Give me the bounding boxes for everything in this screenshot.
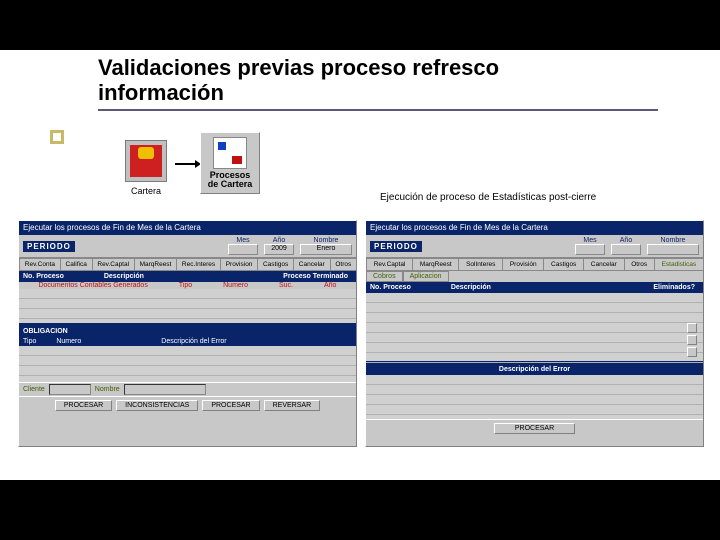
checkbox-col xyxy=(687,323,697,357)
window-left-title: Ejecutar los procesos de Fin de Mes de l… xyxy=(19,221,356,235)
periodo-bar-right: PERIODO Mes Año Nombre xyxy=(366,235,703,258)
err-header-right: Descripción del Error xyxy=(366,364,703,375)
grid-left[interactable] xyxy=(19,289,356,323)
client-bar: Cliente Nombre xyxy=(19,382,356,396)
title-rule xyxy=(98,109,658,111)
subtab[interactable]: Cobros xyxy=(366,271,403,282)
procesar2-button[interactable]: PROCESAR xyxy=(202,400,259,411)
grid-errors-right[interactable] xyxy=(366,375,703,419)
checkbox[interactable] xyxy=(687,323,697,333)
nombre-field[interactable]: Enero xyxy=(300,244,352,255)
periodo-label: PERIODO xyxy=(23,241,75,252)
anio-field[interactable]: 2009 xyxy=(264,244,294,255)
cliente-field[interactable] xyxy=(49,384,91,395)
grid-right[interactable] xyxy=(366,293,703,361)
subtab[interactable]: Aplicacion xyxy=(403,271,449,282)
tab[interactable]: Provisión xyxy=(502,258,544,270)
tab[interactable]: Rev.Captal xyxy=(92,258,135,270)
grid-header-left: No. Proceso Descripción Proceso Terminad… xyxy=(19,271,356,282)
tab[interactable]: Provision xyxy=(220,258,258,270)
procesar-button[interactable]: PROCESAR xyxy=(55,400,112,411)
procesos-icon xyxy=(213,137,247,169)
detail-hdr: Documentos Contables Generados Tipo Nume… xyxy=(19,282,356,289)
tab[interactable]: MarqReest xyxy=(412,258,459,270)
tab[interactable]: Califica xyxy=(60,258,93,270)
window-left: Ejecutar los procesos de Fin de Mes de l… xyxy=(18,220,357,447)
mes-field[interactable] xyxy=(575,244,605,255)
bullet-icon xyxy=(50,130,64,144)
oblig-header: OBLIGACION xyxy=(19,326,356,337)
procesar-button[interactable]: PROCESAR xyxy=(494,423,575,434)
tab[interactable]: Cancelar xyxy=(583,258,624,270)
checkbox[interactable] xyxy=(687,347,697,357)
tab[interactable]: Rev.Conta xyxy=(19,258,61,270)
checkbox[interactable] xyxy=(687,335,697,345)
subtitle: Ejecución de proceso de Estadísticas pos… xyxy=(380,192,596,203)
tab[interactable]: Otros xyxy=(624,258,655,270)
nombre-client-field[interactable] xyxy=(124,384,206,395)
tab[interactable]: Cancelar xyxy=(293,258,331,270)
button-bar-left: PROCESAR INCONSISTENCIAS PROCESAR REVERS… xyxy=(19,396,356,414)
grid-header-right: No. Proceso Descripción Eliminados? xyxy=(366,282,703,293)
tab[interactable]: Otros xyxy=(330,258,357,270)
cartera-icon xyxy=(125,140,167,182)
subtabs-right: Cobros Aplicacion xyxy=(366,271,703,282)
nombre-field[interactable] xyxy=(647,244,699,255)
title-line1: Validaciones previas proceso refresco xyxy=(98,55,499,80)
periodo-label: PERIODO xyxy=(370,241,422,252)
window-right-title: Ejecutar los procesos de Fin de Mes de l… xyxy=(366,221,703,235)
anio-field[interactable] xyxy=(611,244,641,255)
tab[interactable]: MarqReest xyxy=(134,258,177,270)
procesos-label: Procesos de Cartera xyxy=(201,171,259,189)
grid-errors-left[interactable] xyxy=(19,346,356,382)
button-bar-right: PROCESAR xyxy=(366,419,703,437)
slide: Validaciones previas proceso refresco in… xyxy=(0,50,720,480)
tab[interactable]: Rec.Interes xyxy=(176,258,221,270)
procesos-shortcut[interactable]: Procesos de Cartera xyxy=(200,132,260,194)
tab[interactable]: Castigos xyxy=(543,258,584,270)
tab-estadisticas[interactable]: Estadisticas xyxy=(654,258,704,270)
arrow-icon xyxy=(175,158,201,170)
slide-title: Validaciones previas proceso refresco in… xyxy=(98,55,499,106)
tab[interactable]: SolInteres xyxy=(458,258,503,270)
cartera-shortcut[interactable]: Cartera xyxy=(120,140,172,196)
tab[interactable]: Castigos xyxy=(257,258,294,270)
window-right: Ejecutar los procesos de Fin de Mes de l… xyxy=(365,220,704,447)
reversar-button[interactable]: REVERSAR xyxy=(264,400,321,411)
periodo-bar-left: PERIODO Mes Año2009 NombreEnero xyxy=(19,235,356,258)
tabs-left: Rev.Conta Califica Rev.Captal MarqReest … xyxy=(19,258,356,271)
cartera-label: Cartera xyxy=(120,186,172,196)
tab[interactable]: Rev.Captal xyxy=(366,258,413,270)
mes-field[interactable] xyxy=(228,244,258,255)
title-line2: información xyxy=(98,80,224,105)
inconsistencias-button[interactable]: INCONSISTENCIAS xyxy=(116,400,198,411)
tabs-right: Rev.Captal MarqReest SolInteres Provisió… xyxy=(366,258,703,271)
